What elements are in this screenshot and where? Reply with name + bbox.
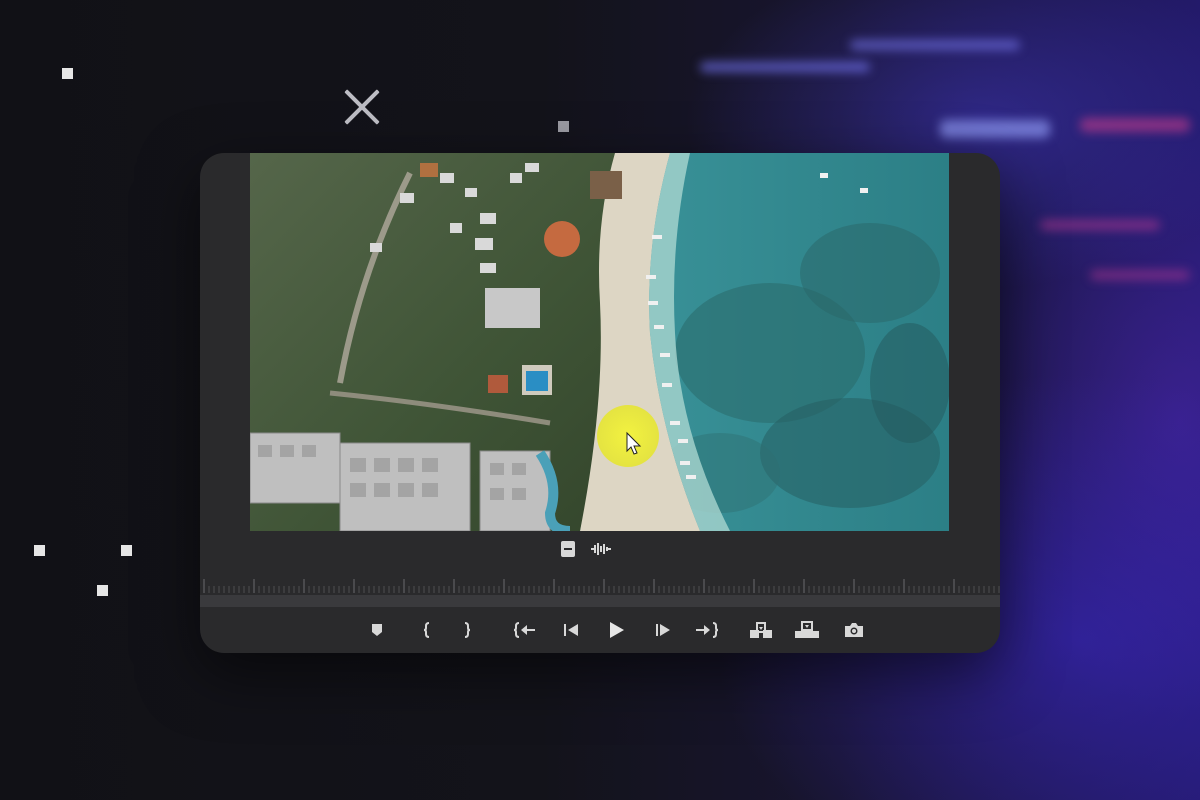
play-button[interactable]	[603, 619, 629, 641]
motion-streak	[700, 62, 870, 72]
go-to-in-icon	[514, 622, 535, 638]
insert-icon	[750, 622, 772, 638]
export-frame-button[interactable]	[841, 619, 867, 641]
timeline-ruler[interactable]	[200, 573, 1000, 595]
mark-out-icon	[464, 622, 471, 638]
film-frame-icon[interactable]	[558, 539, 578, 559]
motion-streak	[850, 40, 1020, 50]
motion-streak	[940, 120, 1050, 138]
play-icon	[610, 622, 624, 638]
decor-pixel	[558, 121, 569, 132]
overwrite-icon	[795, 621, 819, 638]
step-back-button[interactable]	[558, 619, 584, 641]
decor-pixel	[121, 545, 132, 556]
timeline-track[interactable]	[200, 595, 1000, 607]
step-back-icon	[564, 624, 578, 636]
motion-streak	[1080, 118, 1190, 132]
close-icon[interactable]	[338, 82, 386, 130]
waveform-icon[interactable]	[590, 539, 611, 559]
go-to-in-button[interactable]	[512, 619, 538, 641]
motion-streak	[1090, 270, 1190, 280]
go-to-out-button[interactable]	[694, 619, 720, 641]
video-player-panel	[200, 153, 1000, 653]
decor-pixel	[62, 68, 73, 79]
video-viewport[interactable]	[250, 153, 949, 531]
go-to-out-icon	[696, 622, 718, 638]
step-forward-icon	[656, 624, 670, 636]
mark-in-icon	[423, 622, 430, 638]
decor-pixel	[97, 585, 108, 596]
camera-icon	[845, 623, 863, 637]
marker-icon	[372, 624, 382, 636]
mark-in-button[interactable]	[414, 619, 440, 641]
transport-controls	[200, 607, 1000, 653]
step-forward-button[interactable]	[650, 619, 676, 641]
aerial-beach-video-frame	[250, 153, 949, 531]
motion-streak	[1040, 220, 1160, 230]
view-toggle-bar	[200, 537, 1000, 565]
add-marker-button[interactable]	[364, 619, 390, 641]
decor-pixel	[34, 545, 45, 556]
overwrite-button[interactable]	[794, 619, 820, 641]
insert-button[interactable]	[748, 619, 774, 641]
mark-out-button[interactable]	[454, 619, 480, 641]
